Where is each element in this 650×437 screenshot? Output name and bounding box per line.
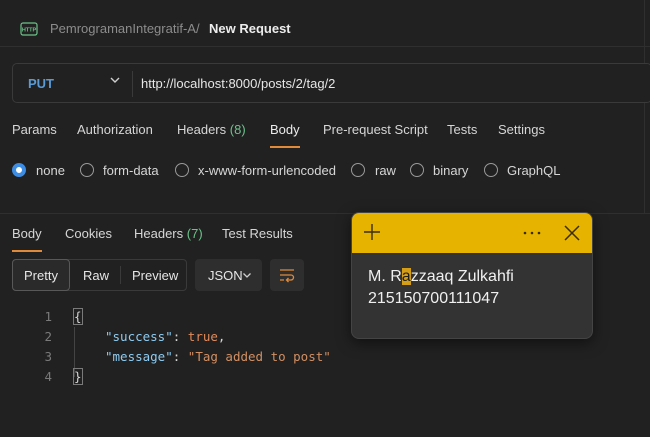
header-divider — [0, 46, 650, 47]
response-tab-cookies[interactable]: Cookies — [65, 226, 112, 241]
line-number: 1 — [44, 309, 52, 324]
breadcrumb-collection[interactable]: PemrogramanIntegratif-A — [50, 21, 196, 36]
plus-icon[interactable] — [362, 222, 382, 242]
radio-graphql-label[interactable]: GraphQL — [507, 163, 560, 178]
response-tab-headers-label: Headers — [134, 226, 184, 241]
json-key: "message" — [105, 349, 173, 364]
request-title[interactable]: New Request — [209, 21, 291, 36]
tab-pre-request-script[interactable]: Pre-request Script — [323, 122, 428, 137]
radio-raw-label[interactable]: raw — [375, 163, 396, 178]
code-line: "success": true, — [105, 327, 225, 347]
url-separator — [132, 71, 133, 97]
response-tab-headers[interactable]: Headers (7) — [134, 226, 203, 241]
pretty-label[interactable]: Pretty — [24, 268, 58, 283]
radio-x-www-form-urlencoded-label[interactable]: x-www-form-urlencoded — [198, 163, 336, 178]
json-colon: : — [172, 349, 188, 364]
chevron-down-icon[interactable] — [109, 74, 121, 86]
tab-headers-count: (8) — [229, 122, 246, 137]
svg-text:HTTP: HTTP — [22, 28, 37, 34]
code-line: { — [73, 307, 83, 327]
preview-button[interactable]: Preview — [132, 268, 178, 283]
tab-body[interactable]: Body — [270, 122, 300, 137]
radio-binary[interactable] — [410, 163, 424, 177]
format-label[interactable]: JSON — [208, 268, 243, 283]
breadcrumb-separator: / — [196, 21, 200, 36]
response-tab-headers-count: (7) — [186, 226, 203, 241]
json-comma: , — [217, 329, 226, 344]
url-input[interactable]: http://localhost:8000/posts/2/tag/2 — [141, 76, 335, 91]
more-options-icon[interactable] — [521, 226, 543, 240]
sticky-note-titlebar[interactable] — [352, 213, 592, 253]
tab-authorization[interactable]: Authorization — [77, 122, 153, 137]
radio-form-data-label[interactable]: form-data — [103, 163, 159, 178]
panel-divider — [644, 0, 645, 213]
note-text: zzaaq Zulkahfi — [410, 268, 514, 285]
text-cursor-highlight: a — [401, 268, 411, 285]
tab-params[interactable]: Params — [12, 122, 57, 137]
response-active-tab-indicator — [12, 250, 42, 252]
json-boolean: true — [187, 329, 218, 344]
active-tab-indicator — [270, 146, 300, 148]
sticky-note-line[interactable]: 215150700111047 — [368, 290, 499, 308]
line-number: 3 — [44, 349, 52, 364]
code-line: } — [73, 367, 83, 387]
tab-headers-label: Headers — [177, 122, 227, 137]
line-number: 4 — [44, 369, 52, 384]
view-mode-separator — [120, 266, 121, 284]
sticky-note-line[interactable]: M. Razzaaq Zulkahfi — [368, 268, 514, 286]
raw-button[interactable]: Raw — [83, 268, 109, 283]
close-icon[interactable] — [563, 224, 581, 242]
radio-none[interactable] — [12, 163, 26, 177]
code-line: "message": "Tag added to post" — [105, 347, 331, 367]
tab-tests[interactable]: Tests — [447, 122, 477, 137]
tab-headers[interactable]: Headers (8) — [177, 122, 246, 137]
radio-x-www-form-urlencoded[interactable] — [175, 163, 189, 177]
radio-form-data[interactable] — [80, 163, 94, 177]
note-text: M. R — [368, 268, 402, 285]
open-brace: { — [73, 308, 83, 325]
json-key: "success" — [105, 329, 173, 344]
response-tab-body[interactable]: Body — [12, 226, 42, 241]
radio-graphql[interactable] — [484, 163, 498, 177]
json-colon: : — [172, 329, 188, 344]
method-select[interactable]: PUT — [28, 76, 54, 91]
line-number: 2 — [44, 329, 52, 344]
response-tab-test-results[interactable]: Test Results — [222, 226, 293, 241]
json-string: "Tag added to post" — [187, 349, 331, 364]
radio-raw[interactable] — [351, 163, 365, 177]
radio-none-label[interactable]: none — [36, 163, 65, 178]
http-icon: HTTP — [20, 22, 38, 36]
wrap-lines-icon — [280, 269, 295, 283]
tab-settings[interactable]: Settings — [498, 122, 545, 137]
radio-binary-label[interactable]: binary — [433, 163, 468, 178]
close-brace: } — [73, 368, 83, 385]
chevron-down-icon[interactable] — [242, 270, 252, 280]
